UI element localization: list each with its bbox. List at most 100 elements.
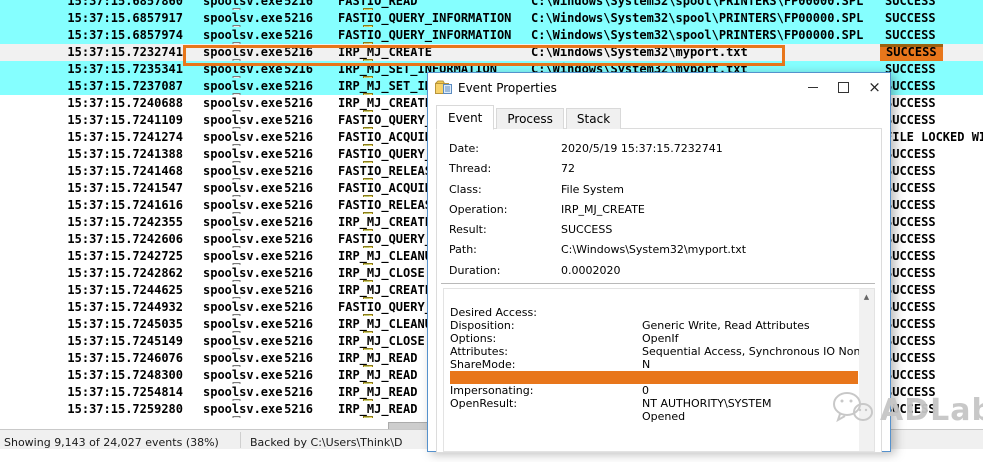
field-value: File System bbox=[561, 183, 624, 196]
field-label: Date: bbox=[449, 142, 479, 155]
process-cell: spoolsv.exe bbox=[203, 266, 282, 280]
pid-cell: 5216 bbox=[277, 266, 313, 280]
process-cell: spoolsv.exe bbox=[203, 385, 282, 399]
operation-cell: IRP_MJ_CLEANUP bbox=[338, 317, 439, 331]
event-field-row: Operation: IRP_MJ_CREATE bbox=[449, 203, 871, 223]
field-value: SUCCESS bbox=[561, 223, 612, 236]
result-cell: SUCCESS bbox=[885, 334, 936, 348]
process-cell: spoolsv.exe bbox=[203, 62, 282, 76]
process-cell: spoolsv.exe bbox=[203, 28, 282, 42]
time-cell: 15:37:15.7241109 bbox=[0, 113, 183, 127]
table-row[interactable]: 15:37:15.7232741 spoolsv.exe 5216 IRP_MJ… bbox=[0, 44, 983, 61]
time-cell: 15:37:15.7241274 bbox=[0, 130, 183, 144]
dialog-tabs: Event Process Stack bbox=[436, 106, 623, 129]
field-label: Operation: bbox=[449, 203, 507, 216]
event-properties-icon bbox=[435, 80, 452, 98]
pid-cell: 5216 bbox=[277, 402, 313, 416]
pid-cell: 5216 bbox=[277, 351, 313, 365]
time-cell: 15:37:15.7246076 bbox=[0, 351, 183, 365]
result-cell: SUCCESS bbox=[885, 62, 936, 76]
close-button[interactable]: × bbox=[859, 73, 890, 102]
result-cell: SUCCESS bbox=[885, 317, 936, 331]
process-cell: spoolsv.exe bbox=[203, 79, 282, 93]
pid-cell: 5216 bbox=[277, 283, 313, 297]
event-detail-row: ShareMode: Read bbox=[450, 345, 858, 358]
time-cell: 15:37:15.6857974 bbox=[0, 28, 183, 42]
field-label: Path: bbox=[449, 243, 477, 256]
time-cell: 15:37:15.7241388 bbox=[0, 147, 183, 161]
pid-cell: 5216 bbox=[277, 385, 313, 399]
time-cell: 15:37:15.7244932 bbox=[0, 300, 183, 314]
path-cell: C:\Windows\System32\myport.txt bbox=[531, 45, 748, 59]
scroll-up-arrow-icon[interactable]: ▲ bbox=[859, 289, 874, 304]
process-cell: spoolsv.exe bbox=[203, 198, 282, 212]
operation-cell: IRP_MJ_READ bbox=[338, 402, 417, 416]
time-cell: 15:37:15.7242355 bbox=[0, 215, 183, 229]
result-cell: SUCCESS bbox=[885, 249, 936, 263]
process-cell: spoolsv.exe bbox=[203, 215, 282, 229]
process-cell: spoolsv.exe bbox=[203, 334, 282, 348]
field-label: Thread: bbox=[449, 162, 491, 175]
time-cell: 15:37:15.7237087 bbox=[0, 79, 183, 93]
field-value: 72 bbox=[561, 162, 575, 175]
event-field-row: Path: C:\Windows\System32\myport.txt bbox=[449, 243, 871, 263]
time-cell: 15:37:15.7241547 bbox=[0, 181, 183, 195]
time-cell: 15:37:15.7240688 bbox=[0, 96, 183, 110]
operation-cell: IRP_MJ_CREATE bbox=[338, 96, 432, 110]
pid-cell: 5216 bbox=[277, 147, 313, 161]
tab-event[interactable]: Event bbox=[436, 105, 494, 130]
pid-cell: 5216 bbox=[277, 0, 313, 8]
pid-cell: 5216 bbox=[277, 96, 313, 110]
field-value: 2020/5/19 15:37:15.7232741 bbox=[561, 142, 723, 155]
time-cell: 15:37:15.6857860 bbox=[0, 0, 183, 8]
process-cell: spoolsv.exe bbox=[203, 249, 282, 263]
time-cell: 15:37:15.7254814 bbox=[0, 385, 183, 399]
pid-cell: 5216 bbox=[277, 198, 313, 212]
watermark-text: ADLab bbox=[880, 393, 983, 428]
result-cell: SUCCESS bbox=[885, 28, 936, 42]
result-cell: SUCCESS bbox=[885, 368, 936, 382]
table-row[interactable]: 15:37:15.6857974 spoolsv.exe 5216 FASTIO… bbox=[0, 27, 983, 44]
process-cell: spoolsv.exe bbox=[203, 147, 282, 161]
time-cell: 15:37:15.7242606 bbox=[0, 232, 183, 246]
field-label: Duration: bbox=[449, 264, 500, 277]
tab-process[interactable]: Process bbox=[496, 108, 564, 129]
pid-cell: 5216 bbox=[277, 334, 313, 348]
result-cell: SUCCESS bbox=[885, 300, 936, 314]
result-cell: SUCCESS bbox=[885, 96, 936, 110]
operation-cell: FASTIO_QUERY_INFORMATION bbox=[338, 11, 511, 25]
field-label: Class: bbox=[449, 183, 482, 196]
operation-cell: IRP_MJ_READ bbox=[338, 351, 417, 365]
minimize-button[interactable] bbox=[797, 73, 828, 102]
wechat-logo-icon bbox=[830, 388, 876, 432]
fields-separator bbox=[441, 283, 875, 284]
pid-cell: 5216 bbox=[277, 300, 313, 314]
time-cell: 15:37:15.7235341 bbox=[0, 62, 183, 76]
dialog-titlebar[interactable]: Event Properties × bbox=[428, 73, 890, 103]
process-cell: spoolsv.exe bbox=[203, 368, 282, 382]
process-cell: spoolsv.exe bbox=[203, 300, 282, 314]
field-value: IRP_MJ_CREATE bbox=[561, 203, 645, 216]
time-cell: 15:37:15.7242725 bbox=[0, 249, 183, 263]
process-cell: spoolsv.exe bbox=[203, 181, 282, 195]
pid-cell: 5216 bbox=[277, 368, 313, 382]
process-cell: spoolsv.exe bbox=[203, 232, 282, 246]
tab-stack[interactable]: Stack bbox=[566, 108, 621, 129]
result-cell: SUCCESS bbox=[885, 79, 936, 93]
event-detail-row: Disposition: OpenIf bbox=[450, 306, 858, 319]
maximize-button[interactable] bbox=[828, 73, 859, 102]
process-cell: spoolsv.exe bbox=[203, 164, 282, 178]
table-row[interactable]: 15:37:15.6857860 spoolsv.exe 5216 FASTIO… bbox=[0, 0, 983, 10]
result-cell: SUCCESS bbox=[885, 11, 936, 25]
pid-cell: 5216 bbox=[277, 45, 313, 59]
process-cell: spoolsv.exe bbox=[203, 96, 282, 110]
event-details-rows: Desired Access: Generic Write, Read Attr… bbox=[450, 293, 858, 397]
table-row[interactable]: 15:37:15.6857917 spoolsv.exe 5216 FASTIO… bbox=[0, 10, 983, 27]
event-detail-row: OpenResult: Opened bbox=[450, 384, 858, 397]
process-cell: spoolsv.exe bbox=[203, 283, 282, 297]
pid-cell: 5216 bbox=[277, 62, 313, 76]
event-field-row: Class: File System bbox=[449, 183, 871, 203]
field-value: 0.0002020 bbox=[561, 264, 621, 277]
result-cell: SUCCESS bbox=[880, 44, 943, 61]
event-field-row: Date: 2020/5/19 15:37:15.7232741 bbox=[449, 142, 871, 162]
